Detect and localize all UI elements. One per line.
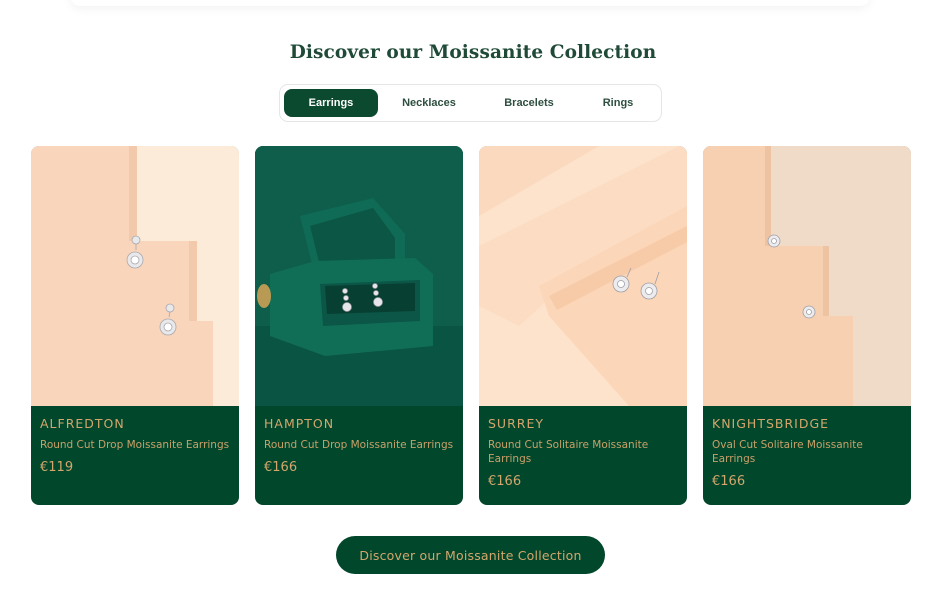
product-card-surrey[interactable]: SURREY Round Cut Solitaire Moissanite Ea… <box>479 146 687 505</box>
category-tabs: Earrings Necklaces Bracelets Rings <box>279 84 662 122</box>
section-heading: Discover our Moissanite Collection <box>289 42 657 63</box>
product-image[interactable] <box>479 146 687 406</box>
product-description: Round Cut Solitaire Moissanite Earrings <box>488 439 649 465</box>
product-image[interactable] <box>703 146 911 406</box>
product-name[interactable]: ALFREDTON <box>40 416 229 432</box>
product-card-alfredton[interactable]: ALFREDTON Round Cut Drop Moissanite Earr… <box>31 146 239 505</box>
product-price: €166 <box>712 474 746 489</box>
tab-bracelets[interactable]: Bracelets <box>484 89 574 117</box>
product-description: Round Cut Drop Moissanite Earrings <box>40 439 230 451</box>
previous-section-edge <box>70 0 870 6</box>
discover-collection-button[interactable]: Discover our Moissanite Collection <box>336 536 605 574</box>
product-description: Oval Cut Solitaire Moissanite Earrings <box>712 439 863 465</box>
tab-rings[interactable]: Rings <box>574 89 662 117</box>
product-name[interactable]: SURREY <box>488 416 677 432</box>
product-name[interactable]: HAMPTON <box>264 416 453 432</box>
product-image[interactable] <box>255 146 463 406</box>
product-description: Round Cut Drop Moissanite Earrings <box>264 439 454 451</box>
product-card-knightsbridge[interactable]: KNIGHTSBRIDGE Oval Cut Solitaire Moissan… <box>703 146 911 505</box>
product-price: €119 <box>40 460 74 475</box>
product-price: €166 <box>264 460 298 475</box>
product-image[interactable] <box>31 146 239 406</box>
tab-earrings[interactable]: Earrings <box>284 89 378 117</box>
product-price: €166 <box>488 474 522 489</box>
tab-necklaces[interactable]: Necklaces <box>384 89 474 117</box>
product-name[interactable]: KNIGHTSBRIDGE <box>712 416 901 432</box>
product-card-hampton[interactable]: HAMPTON Round Cut Drop Moissanite Earrin… <box>255 146 463 505</box>
